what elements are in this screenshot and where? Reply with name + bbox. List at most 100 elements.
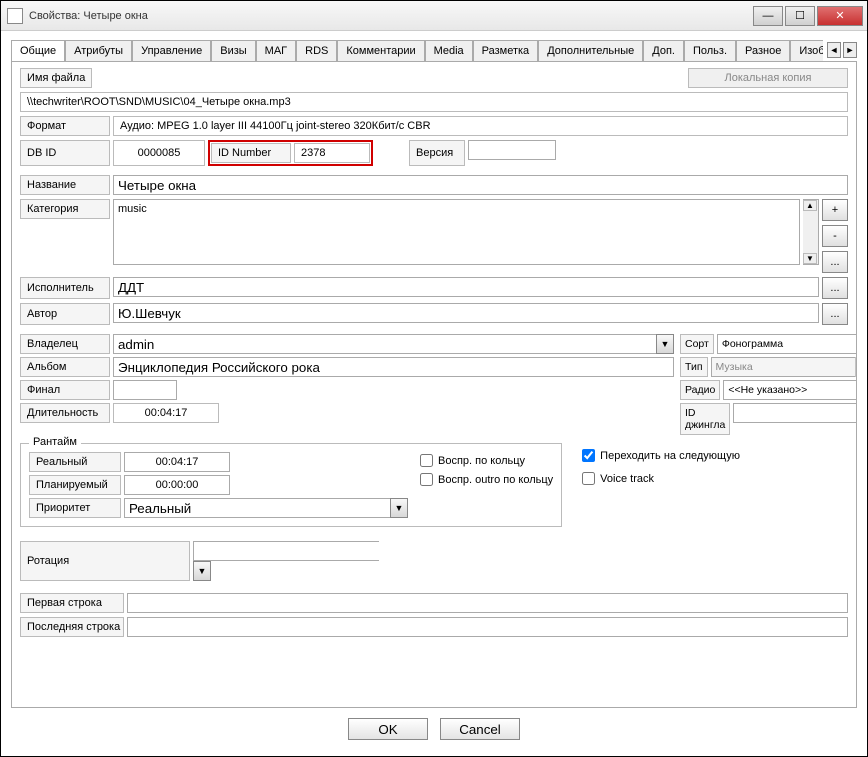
- tab-comments[interactable]: Комментарии: [337, 40, 424, 61]
- owner-label: Владелец: [20, 334, 110, 354]
- format-label: Формат: [20, 116, 110, 136]
- minimize-button[interactable]: —: [753, 6, 783, 26]
- app-icon: [7, 8, 23, 24]
- chevron-down-icon[interactable]: ▼: [390, 498, 408, 518]
- runtime-priority-input[interactable]: [124, 498, 390, 518]
- outro-loop-check-input[interactable]: [420, 473, 433, 486]
- radio-combo[interactable]: ▼: [723, 380, 857, 400]
- radio-input[interactable]: [723, 380, 857, 400]
- runtime-priority-combo[interactable]: ▼: [124, 498, 408, 518]
- runtime-real-label: Реальный: [29, 452, 121, 472]
- category-remove-button[interactable]: -: [822, 225, 848, 247]
- tab-mag[interactable]: МАГ: [256, 40, 296, 61]
- dbid-value: 0000085: [113, 140, 205, 166]
- performer-row: Исполнитель ...: [20, 277, 848, 299]
- cancel-button[interactable]: Cancel: [440, 718, 520, 740]
- author-input[interactable]: [113, 303, 819, 323]
- name-row: Название: [20, 175, 848, 195]
- chevron-down-icon: ▼: [855, 357, 857, 377]
- final-input[interactable]: [113, 380, 177, 400]
- outro-loop-checkbox[interactable]: Воспр. outro по кольцу: [420, 473, 553, 486]
- author-more-button[interactable]: ...: [822, 303, 848, 325]
- tab-scroll-right[interactable]: ►: [843, 42, 857, 58]
- tab-rds[interactable]: RDS: [296, 40, 337, 61]
- category-add-button[interactable]: +: [822, 199, 848, 221]
- loop-checkbox[interactable]: Воспр. по кольцу: [420, 454, 553, 467]
- close-button[interactable]: ✕: [817, 6, 863, 26]
- tab-markup[interactable]: Разметка: [473, 40, 539, 61]
- chevron-down-icon[interactable]: ▼: [193, 561, 211, 581]
- final-label: Финал: [20, 380, 110, 400]
- tab-attributes[interactable]: Атрибуты: [65, 40, 132, 61]
- version-input[interactable]: [468, 140, 556, 160]
- maximize-button[interactable]: ☐: [785, 6, 815, 26]
- tab-images[interactable]: Изображени: [790, 40, 823, 61]
- type-label: Тип: [680, 357, 708, 377]
- name-input[interactable]: [113, 175, 848, 195]
- next-checkbox[interactable]: Переходить на следующую: [582, 449, 740, 462]
- category-label: Категория: [20, 199, 110, 219]
- category-buttons: + - ...: [822, 199, 848, 273]
- tabs-bar: Общие Атрибуты Управление Визы МАГ RDS К…: [11, 39, 857, 62]
- performer-more-button[interactable]: ...: [822, 277, 848, 299]
- tab-panel: Имя файла Локальная копия \\techwriter\R…: [11, 62, 857, 708]
- sort-combo[interactable]: ▼: [717, 334, 857, 354]
- album-input[interactable]: [113, 357, 674, 377]
- category-more-button[interactable]: ...: [822, 251, 848, 273]
- filename-label: Имя файла: [20, 68, 92, 88]
- author-row: Автор ...: [20, 303, 848, 325]
- footer-buttons: OK Cancel: [11, 708, 857, 748]
- scroll-down-icon[interactable]: ▼: [803, 253, 817, 264]
- tabs: Общие Атрибуты Управление Визы МАГ RDS К…: [11, 39, 823, 61]
- ok-button[interactable]: OK: [348, 718, 428, 740]
- tab-user[interactable]: Польз.: [684, 40, 736, 61]
- tab-media[interactable]: Media: [425, 40, 473, 61]
- category-row: Категория music ▲ ▼ + - ...: [20, 199, 848, 273]
- owner-combo[interactable]: ▼: [113, 334, 674, 354]
- runtime-planned-value: 00:00:00: [124, 475, 230, 495]
- line1-input[interactable]: [127, 593, 848, 613]
- format-row: Формат Аудио: MPEG 1.0 layer III 44100Гц…: [20, 116, 848, 136]
- scroll-up-icon[interactable]: ▲: [803, 200, 817, 211]
- tab-extra[interactable]: Доп.: [643, 40, 684, 61]
- line1-row: Первая строка: [20, 593, 848, 613]
- tab-control[interactable]: Управление: [132, 40, 211, 61]
- properties-window: Свойства: Четыре окна — ☐ ✕ Общие Атрибу…: [0, 0, 868, 757]
- line2-input[interactable]: [127, 617, 848, 637]
- category-scrollbar[interactable]: ▲ ▼: [803, 199, 819, 265]
- owner-block: Владелец ▼ Альбом Финал: [20, 334, 848, 435]
- dbid-row: DB ID 0000085 ID Number 2378 Версия: [20, 140, 848, 166]
- chevron-down-icon[interactable]: ▼: [656, 334, 674, 354]
- runtime-real-value: 00:04:17: [124, 452, 230, 472]
- loop-check-input[interactable]: [420, 454, 433, 467]
- category-textarea[interactable]: music: [113, 199, 800, 265]
- local-copy-button[interactable]: Локальная копия: [688, 68, 848, 88]
- dbid-label: DB ID: [20, 140, 110, 166]
- voice-checkbox[interactable]: Voice track: [582, 472, 740, 485]
- next-label: Переходить на следующую: [600, 450, 740, 462]
- tab-additional[interactable]: Дополнительные: [538, 40, 643, 61]
- idnumber-highlight: ID Number 2378: [208, 140, 373, 166]
- radio-label: Радио: [680, 380, 720, 400]
- format-value: Аудио: MPEG 1.0 layer III 44100Гц joint-…: [113, 116, 848, 136]
- next-check-input[interactable]: [582, 449, 595, 462]
- owner-input[interactable]: [113, 334, 656, 354]
- author-label: Автор: [20, 303, 110, 325]
- tab-misc[interactable]: Разное: [736, 40, 790, 61]
- line2-label: Последняя строка: [20, 617, 124, 637]
- runtime-priority-label: Приоритет: [29, 498, 121, 518]
- jingle-input[interactable]: [733, 403, 857, 423]
- sort-row: Сорт ▼: [680, 334, 848, 354]
- tab-general[interactable]: Общие: [11, 40, 65, 61]
- performer-input[interactable]: [113, 277, 819, 297]
- voice-check-input[interactable]: [582, 472, 595, 485]
- sort-input[interactable]: [717, 334, 857, 354]
- rotation-combo[interactable]: ▼: [193, 541, 363, 581]
- duration-label: Длительность: [20, 403, 110, 423]
- runtime-right-checks: Переходить на следующую Voice track: [582, 439, 740, 527]
- tab-visas[interactable]: Визы: [211, 40, 255, 61]
- album-row: Альбом: [20, 357, 674, 377]
- tab-scroll-left[interactable]: ◄: [827, 42, 841, 58]
- rotation-input[interactable]: [193, 541, 379, 561]
- runtime-planned-row: Планируемый 00:00:00: [29, 475, 408, 495]
